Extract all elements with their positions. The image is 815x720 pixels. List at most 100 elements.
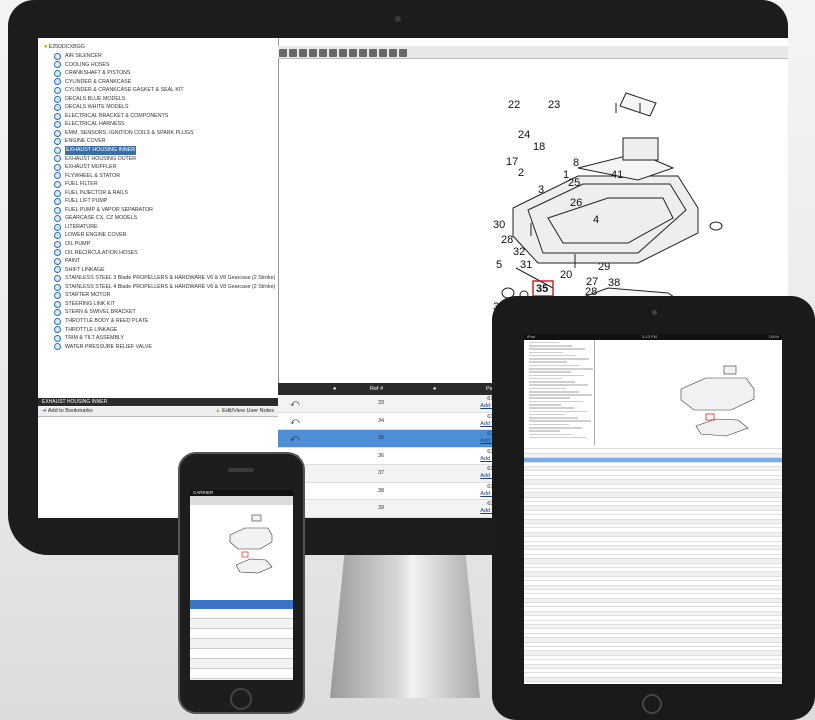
tree-item[interactable]: FUEL PUMP & VAPOR SEPARATOR bbox=[54, 206, 275, 215]
info-icon[interactable] bbox=[369, 49, 377, 57]
tree-item[interactable]: STARTER MOTOR bbox=[54, 291, 275, 300]
zoom-fit-icon[interactable] bbox=[299, 49, 307, 57]
tree-item[interactable]: CYLINDER & CRANKCASE GASKET & SEAL KIT bbox=[54, 86, 275, 95]
tree-item[interactable]: THROTTLE BODY & REED PLATE bbox=[54, 317, 275, 326]
page-icon[interactable] bbox=[319, 49, 327, 57]
tree-item[interactable]: FUEL INJECTOR & RAILS bbox=[54, 189, 275, 198]
page-icon[interactable] bbox=[339, 49, 347, 57]
callout-label[interactable]: 26 bbox=[570, 197, 582, 209]
callout-label[interactable]: 22 bbox=[508, 99, 520, 111]
callout-label[interactable]: 41 bbox=[611, 169, 623, 181]
tree-item[interactable]: STAINLESS STEEL 3 Blade PROPELLERS & HAR… bbox=[54, 274, 275, 283]
callout-label[interactable]: 30 bbox=[493, 219, 505, 231]
tree-item[interactable]: LOWER ENGINE COVER bbox=[54, 231, 275, 240]
callout-label[interactable]: 4 bbox=[593, 214, 599, 226]
tree-item[interactable]: SHIFT LINKAGE bbox=[54, 266, 275, 275]
tree-item[interactable]: GEARCASE CX, CZ MODELS bbox=[54, 214, 275, 223]
callout-label[interactable]: 2 bbox=[518, 167, 524, 179]
tree-item[interactable]: EXHAUST HOUSING OUTER bbox=[54, 155, 275, 164]
phone-grid-header bbox=[190, 600, 293, 609]
table-row[interactable] bbox=[524, 682, 782, 684]
return-arrow-icon[interactable]: ⤺ bbox=[290, 398, 300, 409]
table-row[interactable] bbox=[190, 609, 293, 619]
tree-item[interactable]: EXHAUST MUFFLER bbox=[54, 163, 275, 172]
home-button[interactable] bbox=[642, 694, 662, 714]
callout-label[interactable]: 29 bbox=[598, 261, 610, 273]
tree-item[interactable]: STEERING LINK KIT bbox=[54, 300, 275, 309]
callout-label[interactable]: 5 bbox=[496, 259, 502, 271]
page-icon[interactable] bbox=[309, 49, 317, 57]
header-ref[interactable]: Ref # bbox=[370, 386, 383, 392]
tree-item[interactable]: PAINT bbox=[54, 257, 275, 266]
tree-item[interactable]: DECALS BLUE MODELS bbox=[54, 95, 275, 104]
node-icon bbox=[54, 266, 61, 274]
return-arrow-icon[interactable]: ⤺ bbox=[290, 433, 300, 444]
zoom-in-icon[interactable] bbox=[279, 49, 287, 57]
callout-label[interactable]: 31 bbox=[520, 259, 532, 271]
home-button[interactable] bbox=[230, 688, 252, 710]
tree-root[interactable]: ■ E25DDCXBGG bbox=[44, 44, 85, 50]
tree-item[interactable]: FUEL LIFT PUMP bbox=[54, 197, 275, 206]
help-icon[interactable] bbox=[399, 49, 407, 57]
tree-item[interactable]: THROTTLE LINKAGE bbox=[54, 326, 275, 335]
add-bookmark-button[interactable]: ➜ Add to Bookmarks bbox=[42, 407, 93, 416]
tree-item[interactable]: OIL RECIRCULATION HOSES bbox=[54, 249, 275, 258]
callout-label[interactable]: 24 bbox=[518, 129, 530, 141]
tree-item[interactable]: EXHAUST HOUSING INNER bbox=[54, 146, 275, 155]
table-row[interactable] bbox=[190, 639, 293, 649]
page-icon[interactable] bbox=[329, 49, 337, 57]
tree-item[interactable]: DECALS WHITE MODELS bbox=[54, 103, 275, 112]
callout-label[interactable]: 8 bbox=[573, 157, 579, 169]
callout-label[interactable]: 28 bbox=[501, 234, 513, 246]
tree-line bbox=[529, 390, 579, 393]
tree-item[interactable]: ELECTRICAL BRACKET & COMPONENTS bbox=[54, 112, 275, 121]
user-notes-button[interactable]: ▲ Edit/View User Notes bbox=[215, 407, 274, 416]
print-icon[interactable] bbox=[349, 49, 357, 57]
callout-label[interactable]: 38 bbox=[608, 277, 620, 289]
tree-item[interactable]: AIR SILENCER bbox=[54, 52, 275, 61]
tree-item[interactable]: STAINLESS STEEL 4 Blade PROPELLERS & HAR… bbox=[54, 283, 275, 292]
tree-item[interactable]: CRANKSHAFT & PISTONS bbox=[54, 69, 275, 78]
tree-item[interactable]: COOLING HOSES bbox=[54, 61, 275, 70]
tree-line bbox=[529, 394, 592, 396]
tree-item[interactable]: ENGINE COVER bbox=[54, 137, 275, 146]
callout-label[interactable]: 25 bbox=[568, 177, 580, 189]
callout-label[interactable]: 32 bbox=[513, 246, 525, 258]
tree-line bbox=[529, 410, 587, 413]
node-icon bbox=[54, 86, 61, 94]
table-row[interactable] bbox=[190, 619, 293, 629]
callout-label[interactable]: 18 bbox=[533, 141, 545, 153]
sort-icon[interactable]: ● bbox=[433, 386, 436, 392]
tree-item[interactable]: EMM, SENSORS, IGNITION COILS & SPARK PLU… bbox=[54, 129, 275, 138]
save-icon[interactable] bbox=[389, 49, 397, 57]
callout-label[interactable]: 23 bbox=[548, 99, 560, 111]
image-icon[interactable] bbox=[359, 49, 367, 57]
tree-item[interactable]: LITERATURE bbox=[54, 223, 275, 232]
table-row[interactable] bbox=[190, 669, 293, 679]
node-icon bbox=[54, 52, 61, 60]
table-row[interactable] bbox=[190, 679, 293, 680]
tree-item[interactable]: OIL PUMP bbox=[54, 240, 275, 249]
table-row[interactable] bbox=[190, 649, 293, 659]
callout-label[interactable]: 35 bbox=[536, 283, 548, 295]
edit-icon[interactable] bbox=[379, 49, 387, 57]
callout-label[interactable]: 17 bbox=[506, 156, 518, 168]
node-icon bbox=[54, 69, 61, 77]
callout-label[interactable]: 20 bbox=[560, 269, 572, 281]
node-icon bbox=[54, 95, 61, 103]
tree-item[interactable]: CYLINDER & CRANKCASE bbox=[54, 78, 275, 87]
table-row[interactable] bbox=[190, 659, 293, 669]
table-row[interactable] bbox=[190, 629, 293, 639]
tree-item[interactable]: TRIM & TILT ASSEMBLY bbox=[54, 334, 275, 343]
tree-item[interactable]: FLYWHEEL & STATOR bbox=[54, 172, 275, 181]
tree-item[interactable]: ELECTRICAL HARNESS bbox=[54, 120, 275, 129]
tree-line bbox=[529, 348, 585, 350]
callout-label[interactable]: 3 bbox=[538, 184, 544, 196]
return-arrow-icon[interactable]: ⤺ bbox=[290, 416, 300, 427]
node-icon bbox=[54, 300, 61, 308]
tree-item[interactable]: FUEL FILTER bbox=[54, 180, 275, 189]
tree-item[interactable]: WATER PRESSURE RELIEF VALVE bbox=[54, 343, 275, 352]
tree-item[interactable]: STERN & SWIVEL BRACKET bbox=[54, 308, 275, 317]
sort-icon[interactable]: ● bbox=[333, 386, 336, 392]
zoom-out-icon[interactable] bbox=[289, 49, 297, 57]
